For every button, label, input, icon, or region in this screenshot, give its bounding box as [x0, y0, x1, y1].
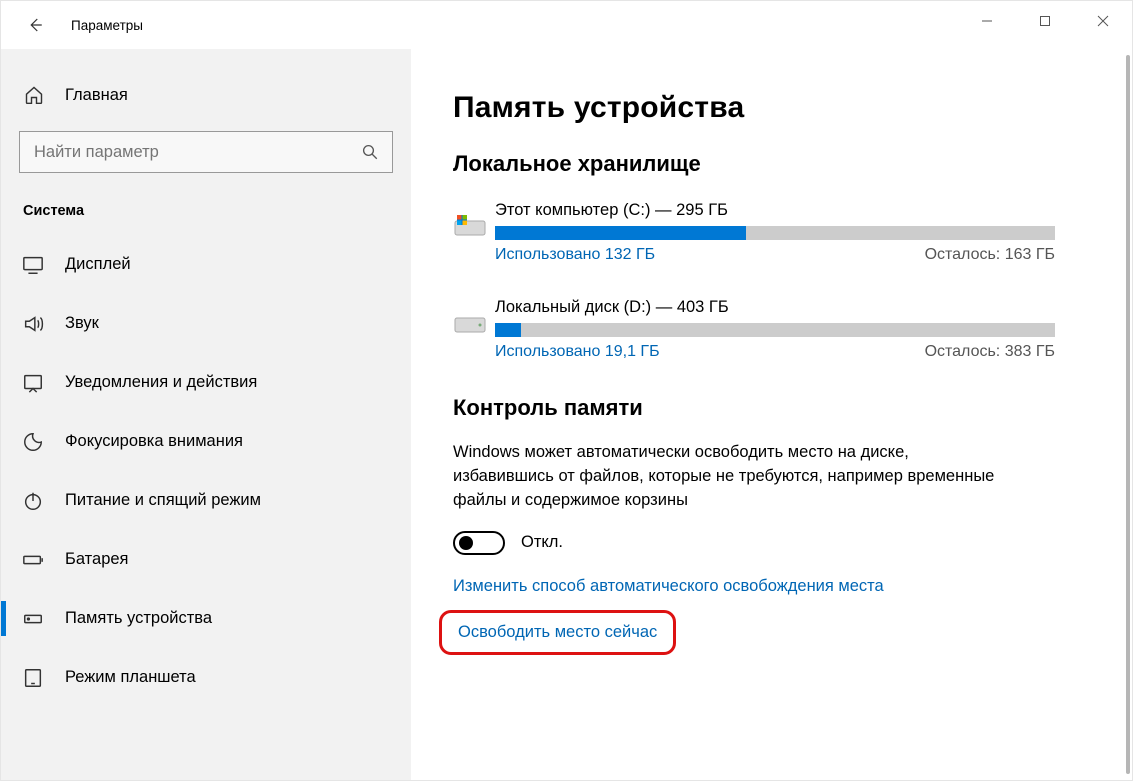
sidebar-item-label: Уведомления и действия [65, 373, 257, 392]
drive-free-label: Осталось: 383 ГБ [925, 343, 1055, 361]
sidebar-item-sound[interactable]: Звук [1, 294, 411, 353]
sidebar-item-power[interactable]: Питание и спящий режим [1, 471, 411, 530]
sidebar-item-label: Питание и спящий режим [65, 491, 261, 510]
home-label: Главная [65, 86, 128, 105]
sidebar-item-label: Фокусировка внимания [65, 432, 243, 451]
search-icon [361, 143, 379, 161]
focus-icon [21, 430, 45, 454]
drive-usage-bar [495, 323, 1055, 337]
home-button[interactable]: Главная [1, 67, 411, 123]
sidebar-item-label: Память устройства [65, 609, 212, 628]
drive-d-icon [453, 298, 495, 361]
tablet-icon [21, 666, 45, 690]
sidebar-item-label: Режим планшета [65, 668, 196, 687]
drive-c[interactable]: Этот компьютер (C:) — 295 ГБ Использован… [453, 201, 1088, 264]
drive-name: Локальный диск (D:) — 403 ГБ [495, 298, 1055, 317]
drive-used-label: Использовано 19,1 ГБ [495, 343, 660, 361]
close-icon [1097, 15, 1109, 27]
change-auto-free-link[interactable]: Изменить способ автоматического освобожд… [453, 577, 1088, 596]
drive-free-label: Осталось: 163 ГБ [925, 246, 1055, 264]
scrollbar[interactable] [1126, 55, 1130, 774]
power-icon [21, 489, 45, 513]
sidebar-item-label: Дисплей [65, 255, 131, 274]
drive-c-icon [453, 201, 495, 264]
drive-used-label: Использовано 132 ГБ [495, 246, 655, 264]
minimize-icon [981, 15, 993, 27]
drive-usage-bar [495, 226, 1055, 240]
storage-sense-heading: Контроль памяти [453, 395, 1088, 421]
sidebar-item-label: Батарея [65, 550, 128, 569]
page-title: Память устройства [453, 91, 1088, 125]
notifications-icon [21, 371, 45, 395]
sidebar-item-focus[interactable]: Фокусировка внимания [1, 412, 411, 471]
minimize-button[interactable] [958, 1, 1016, 41]
storage-sense-description: Windows может автоматически освободить м… [453, 441, 1013, 513]
local-storage-heading: Локальное хранилище [453, 151, 1088, 177]
titlebar: Параметры [1, 1, 1132, 49]
battery-icon [21, 548, 45, 572]
storage-icon [21, 607, 45, 631]
back-button[interactable] [23, 13, 47, 37]
sidebar-item-battery[interactable]: Батарея [1, 530, 411, 589]
window-title: Параметры [71, 18, 143, 33]
arrow-left-icon [26, 16, 44, 34]
sidebar-item-storage[interactable]: Память устройства [1, 589, 411, 648]
storage-sense-toggle[interactable] [453, 531, 505, 555]
drive-name: Этот компьютер (C:) — 295 ГБ [495, 201, 1055, 220]
sidebar-item-tablet[interactable]: Режим планшета [1, 648, 411, 707]
main-content: Память устройства Локальное хранилище Эт… [411, 49, 1132, 780]
maximize-icon [1039, 15, 1051, 27]
sound-icon [21, 312, 45, 336]
sidebar-item-notifications[interactable]: Уведомления и действия [1, 353, 411, 412]
search-input[interactable] [19, 131, 393, 173]
search-container [19, 131, 393, 173]
sidebar-item-label: Звук [65, 314, 99, 333]
nav-list: Дисплей Звук Уведомления и действия Фоку… [1, 235, 411, 707]
sidebar-item-display[interactable]: Дисплей [1, 235, 411, 294]
close-button[interactable] [1074, 1, 1132, 41]
window-controls [958, 1, 1132, 41]
drives-list: Этот компьютер (C:) — 295 ГБ Использован… [453, 201, 1088, 361]
display-icon [21, 253, 45, 277]
home-icon [23, 84, 45, 106]
drive-d[interactable]: Локальный диск (D:) — 403 ГБ Использован… [453, 298, 1088, 361]
sidebar: Главная Система Дисплей Звук Уведомления… [1, 49, 411, 780]
maximize-button[interactable] [1016, 1, 1074, 41]
free-space-now-link[interactable]: Освободить место сейчас [439, 610, 676, 655]
storage-sense-toggle-row: Откл. [453, 531, 1088, 555]
sidebar-section-label: Система [1, 189, 411, 229]
toggle-state-label: Откл. [521, 533, 563, 552]
